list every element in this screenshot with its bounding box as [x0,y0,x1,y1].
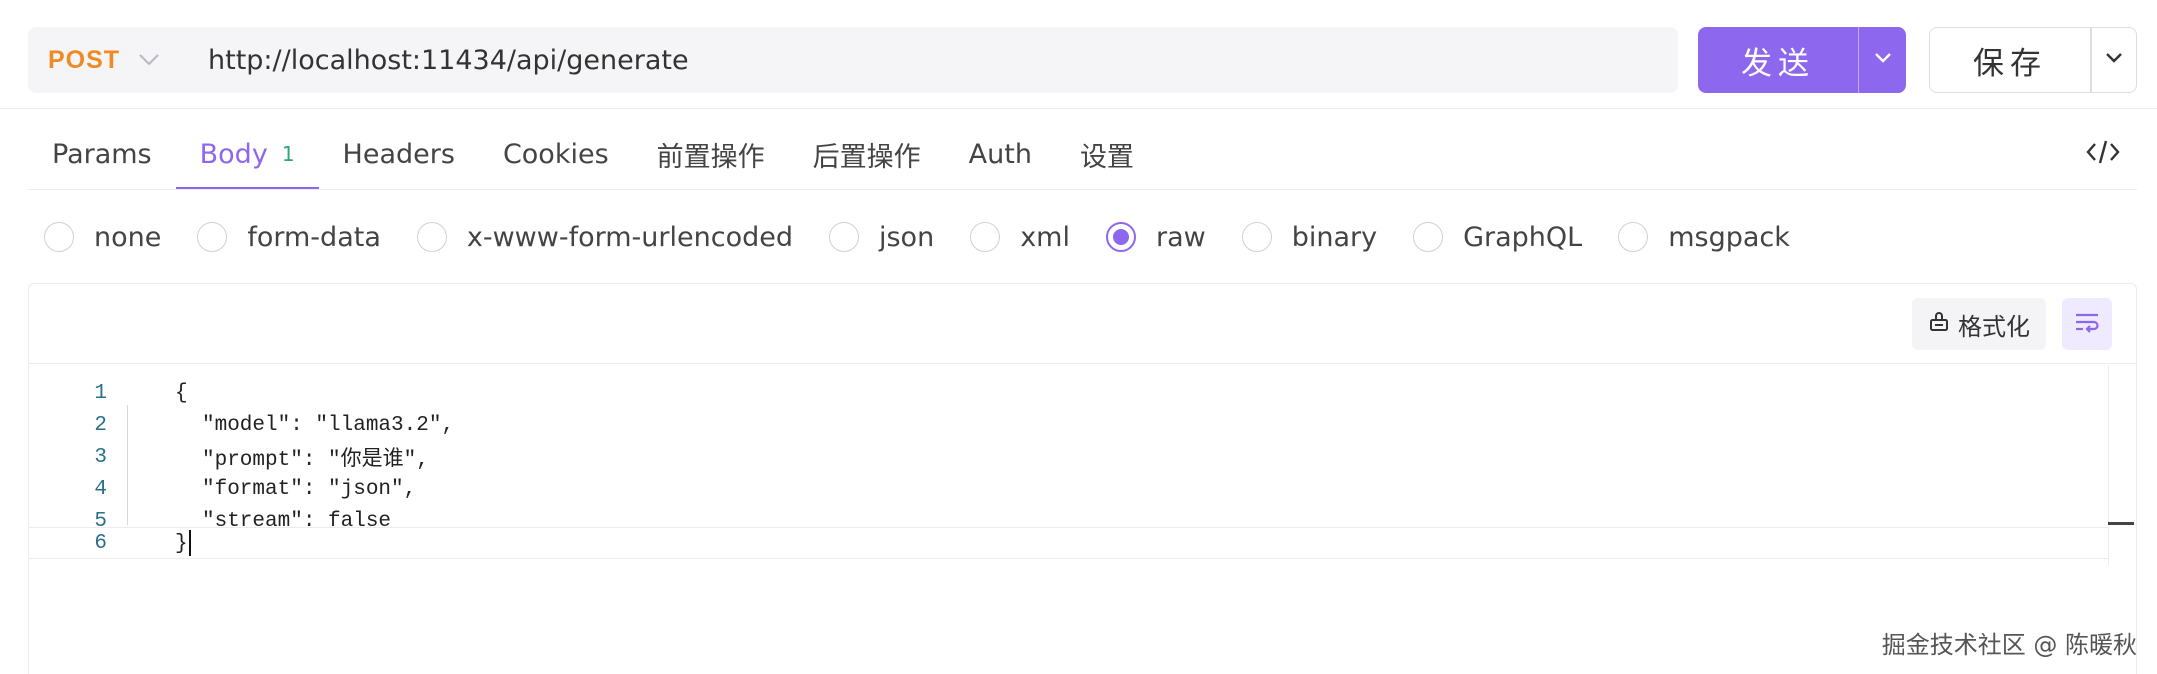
code-text: { [175,381,188,405]
radio-label: none [94,221,162,253]
format-label: 格式化 [1958,312,2030,341]
code-line: 2 "model": "llama3.2", [29,409,2109,441]
radio-msgpack[interactable]: msgpack [1618,222,1790,253]
tab-label: Params [52,138,152,170]
tab-params[interactable]: Params [28,118,176,190]
divider [0,108,2157,109]
code-line: 3 "prompt": "你是谁", [29,441,2109,473]
radio-json[interactable]: json [828,221,935,253]
format-button[interactable]: 格式化 [1912,298,2046,350]
radio-none[interactable]: none [44,222,161,253]
radio-binary[interactable]: binary [1241,221,1378,253]
send-label: 发送 [1741,45,1815,82]
format-icon [1928,311,1950,338]
radio-circle [44,222,74,252]
radio-circle [1618,222,1649,252]
save-button: 保存 [1929,27,2137,93]
radio-xml[interactable]: xml [970,222,1070,253]
save-button-main[interactable]: 保存 [1930,28,2090,92]
radio-circle [1105,222,1136,252]
tab-label: 设置 [1079,141,1134,173]
code-line: 6 } [29,527,2109,559]
request-bar: POST http://localhost:11434/api/generate [28,27,1678,93]
method-select[interactable]: POST [28,27,178,93]
save-dropdown-button[interactable] [2092,28,2137,92]
watermark: 掘金技术社区 @ 陈暖秋 [1881,631,2137,659]
save-label: 保存 [1973,45,2047,82]
radio-urlencoded[interactable]: x-www-form-urlencoded [416,221,793,253]
tab-label: Headers [342,138,455,170]
tab-label: Body [199,138,268,170]
line-number: 6 [94,531,107,555]
tab-body[interactable]: Body 1 [175,118,319,190]
send-button-main[interactable]: 发送 [1698,27,1858,93]
divider [28,189,2137,190]
code-editor[interactable]: 1 { 2 "model": "llama3.2", 3 "prompt": "… [29,365,2136,674]
tab-post-request[interactable]: 后置操作 [789,118,945,190]
body-editor-panel: 格式化 1 { 2 "model": "llama3.2", 3 "prompt… [28,283,2137,674]
line-number: 1 [94,381,107,405]
radio-circle [1241,222,1272,252]
wrap-toggle-button[interactable] [2062,298,2112,350]
tab-headers[interactable]: Headers [319,118,479,190]
editor-toolbar: 格式化 [29,284,2136,364]
body-type-radios: none form-data x-www-form-urlencoded jso… [44,216,1826,258]
radio-graphql[interactable]: GraphQL [1413,222,1582,253]
chevron-down-icon [2105,51,2123,69]
chevron-down-icon [138,49,160,71]
code-text: "model": "llama3.2", [202,413,455,437]
request-tabs: Params Body 1 Headers Cookies 前置操作 后置操作 … [28,118,1158,190]
radio-label: binary [1291,221,1378,253]
tab-pre-request[interactable]: 前置操作 [633,118,789,190]
radio-label: x-www-form-urlencoded [466,221,793,253]
chevron-down-icon [1874,51,1892,69]
code-text: } [175,530,191,556]
wrap-icon [2073,310,2101,339]
method-label: POST [48,45,121,74]
radio-label: GraphQL [1463,221,1583,253]
radio-raw[interactable]: raw [1105,221,1206,253]
code-text: "prompt": "你是谁", [202,449,429,472]
code-text: "format": "json", [202,477,417,501]
line-number: 3 [94,445,107,469]
tab-cookies[interactable]: Cookies [479,118,633,190]
text-cursor [188,530,191,556]
radio-label: msgpack [1668,221,1790,253]
tab-label: 后置操作 [812,141,921,173]
tab-label: Cookies [502,138,609,170]
tab-badge: 1 [281,142,295,166]
radio-circle [970,222,1001,252]
radio-form-data[interactable]: form-data [197,222,381,253]
url-input[interactable]: http://localhost:11434/api/generate [178,45,689,76]
radio-label: xml [1020,221,1070,253]
radio-circle [1413,222,1444,252]
radio-circle [197,222,228,252]
code-line: 1 { [29,377,2109,409]
scrollbar-marker [2108,522,2134,525]
line-number: 4 [94,477,107,501]
code-icon[interactable] [2085,136,2121,168]
line-number: 2 [94,413,107,437]
scrollbar[interactable] [2108,365,2136,565]
tab-label: Auth [968,138,1032,170]
radio-label: json [878,221,935,253]
tab-auth[interactable]: Auth [945,118,1056,190]
send-dropdown-button[interactable] [1859,27,1906,93]
tab-settings[interactable]: 设置 [1056,118,1158,190]
code-line: 4 "format": "json", [29,473,2109,505]
radio-circle [416,222,447,252]
radio-label: form-data [247,221,381,253]
radio-dot [1112,229,1129,245]
code-text-content: } [175,532,188,556]
radio-circle [828,222,859,252]
send-button: 发送 [1698,27,1906,93]
radio-label: raw [1155,221,1206,253]
tab-label: 前置操作 [656,141,765,173]
